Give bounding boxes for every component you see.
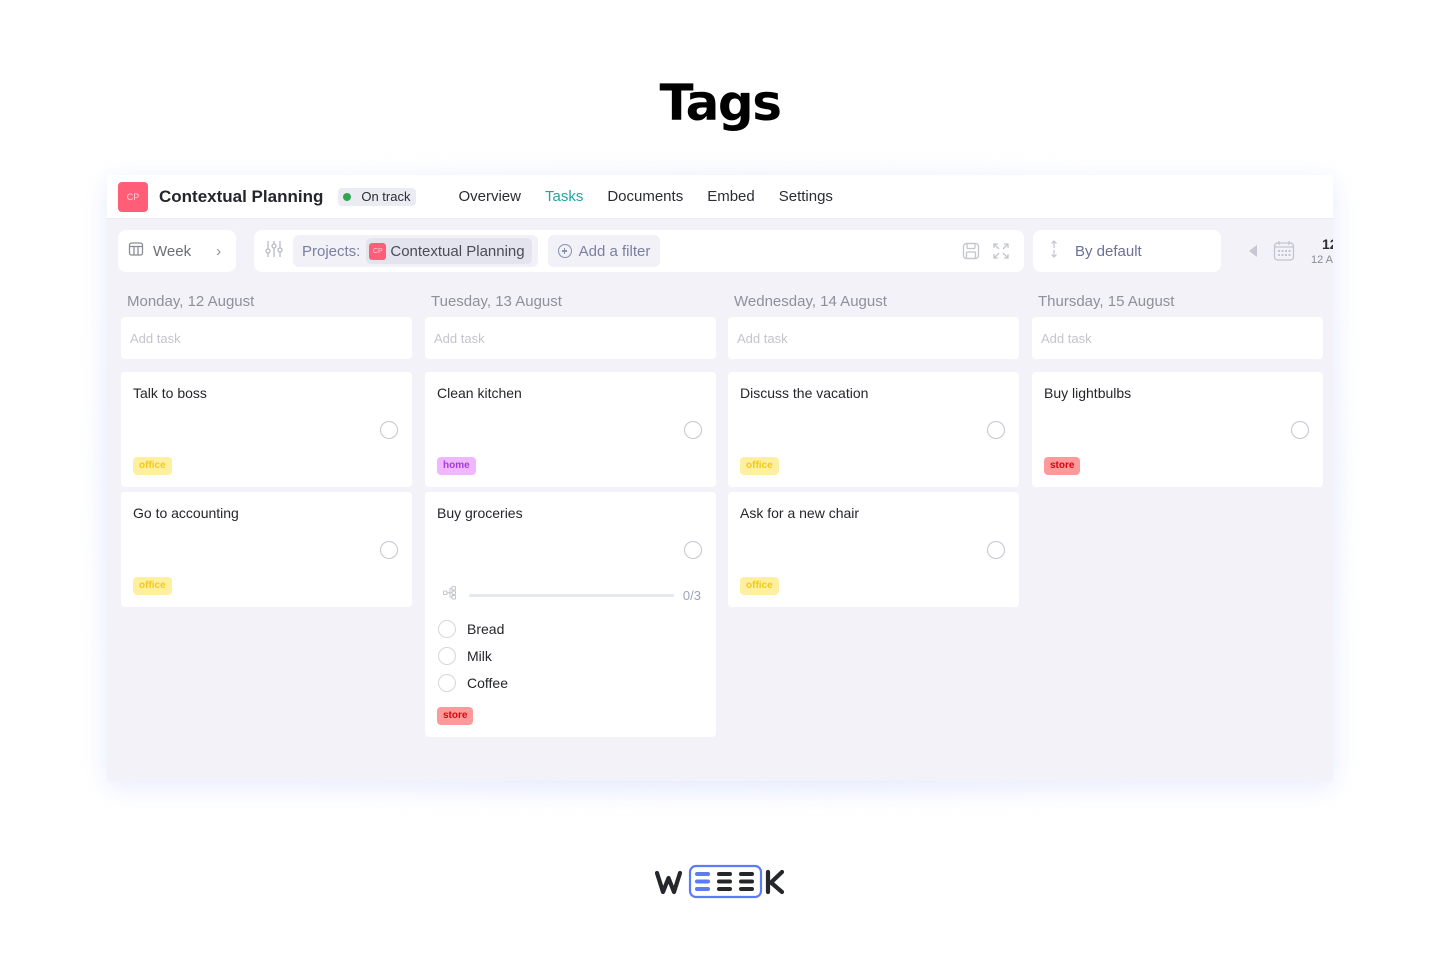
task-complete-checkbox[interactable] bbox=[684, 541, 702, 559]
project-mini-avatar: CP bbox=[369, 242, 387, 260]
previous-arrow-icon[interactable] bbox=[1249, 245, 1257, 257]
toolbar: Week › Projects: CP Contextual Planning … bbox=[107, 230, 1333, 272]
projects-filter-value[interactable]: CP Contextual Planning bbox=[366, 238, 532, 264]
task-card[interactable]: Ask for a new chair office bbox=[728, 492, 1019, 607]
subtask-progress: 0/3 bbox=[437, 585, 704, 605]
tab-embed[interactable]: Embed bbox=[707, 188, 755, 205]
task-complete-checkbox[interactable] bbox=[684, 421, 702, 439]
task-card[interactable]: Talk to boss office bbox=[121, 372, 412, 487]
task-title: Buy groceries bbox=[437, 505, 523, 521]
add-task-input[interactable]: Add task bbox=[728, 317, 1019, 359]
task-card[interactable]: Buy groceries 0/3 Bread Milk Coffee stor… bbox=[425, 492, 716, 737]
task-title: Buy lightbulbs bbox=[1044, 385, 1132, 401]
task-card[interactable]: Go to accounting office bbox=[121, 492, 412, 607]
page-title: Tags bbox=[659, 74, 782, 132]
expand-icon[interactable] bbox=[992, 242, 1010, 265]
subtasks-tree-icon bbox=[443, 585, 457, 605]
subtask-label: Milk bbox=[467, 647, 492, 664]
task-title: Talk to boss bbox=[133, 385, 207, 401]
day-column-thursday: Thursday, 15 August Add task Buy lightbu… bbox=[1032, 283, 1323, 492]
tag-office[interactable]: office bbox=[133, 457, 172, 475]
task-complete-checkbox[interactable] bbox=[987, 541, 1005, 559]
status-dot-icon bbox=[343, 192, 352, 201]
tag-store[interactable]: store bbox=[437, 707, 474, 725]
calendar-view-icon bbox=[128, 241, 144, 262]
tag-office[interactable]: office bbox=[133, 577, 172, 595]
weeek-logo bbox=[654, 864, 787, 900]
task-title: Clean kitchen bbox=[437, 385, 522, 401]
sort-selector[interactable]: By default bbox=[1033, 230, 1221, 272]
tag-store[interactable]: store bbox=[1044, 457, 1081, 475]
view-selector[interactable]: Week › bbox=[118, 230, 236, 272]
subtask-item[interactable]: Bread bbox=[437, 615, 704, 642]
subtask-item[interactable]: Milk bbox=[437, 642, 704, 669]
add-task-input[interactable]: Add task bbox=[121, 317, 412, 359]
calendar-icon[interactable] bbox=[1273, 240, 1295, 267]
projects-filter-chip[interactable]: Projects: CP Contextual Planning bbox=[293, 235, 538, 267]
subtask-item[interactable]: Coffee bbox=[437, 669, 704, 696]
task-card[interactable]: Buy lightbulbs store bbox=[1032, 372, 1323, 487]
projects-filter-name: Contextual Planning bbox=[390, 242, 525, 260]
day-column-wednesday: Wednesday, 14 August Add task Discuss th… bbox=[728, 283, 1019, 612]
plus-circle-icon bbox=[557, 244, 572, 258]
subtask-checkbox[interactable] bbox=[438, 646, 456, 665]
day-column-tuesday: Tuesday, 13 August Add task Clean kitche… bbox=[425, 283, 716, 742]
day-column-title: Tuesday, 13 August bbox=[431, 293, 562, 310]
day-column-title: Wednesday, 14 August bbox=[734, 293, 887, 310]
tag-home[interactable]: home bbox=[437, 457, 476, 475]
chevron-right-icon[interactable]: › bbox=[216, 243, 221, 260]
subtask-checkbox[interactable] bbox=[438, 619, 456, 638]
subtask-checkbox[interactable] bbox=[438, 673, 456, 692]
save-icon[interactable] bbox=[962, 242, 980, 265]
task-title: Discuss the vacation bbox=[740, 385, 869, 401]
day-column-title: Monday, 12 August bbox=[127, 293, 255, 310]
project-name[interactable]: Contextual Planning bbox=[159, 187, 323, 207]
current-date-label: 12 Aug bbox=[1311, 254, 1333, 266]
app-window: CP Contextual Planning On track Overview… bbox=[107, 175, 1333, 781]
subtask-progress-count: 0/3 bbox=[682, 587, 701, 603]
day-column-title: Thursday, 15 August bbox=[1038, 293, 1175, 310]
sort-label: By default bbox=[1075, 242, 1142, 260]
add-filter-button[interactable]: Add a filter bbox=[547, 235, 661, 267]
add-filter-label: Add a filter bbox=[578, 242, 651, 260]
task-title: Go to accounting bbox=[133, 505, 239, 521]
subtask-label: Coffee bbox=[467, 674, 508, 691]
add-task-input[interactable]: Add task bbox=[425, 317, 716, 359]
tab-overview[interactable]: Overview bbox=[458, 188, 521, 205]
project-nav: Overview Tasks Documents Embed Settings bbox=[458, 188, 856, 205]
task-complete-checkbox[interactable] bbox=[380, 421, 398, 439]
sort-arrows-icon bbox=[1049, 239, 1059, 263]
status-label: On track bbox=[361, 189, 411, 204]
task-complete-checkbox[interactable] bbox=[1291, 421, 1309, 439]
task-complete-checkbox[interactable] bbox=[380, 541, 398, 559]
status-badge[interactable]: On track bbox=[338, 187, 417, 206]
projects-filter-label: Projects: bbox=[302, 242, 361, 260]
current-date-day: 12 bbox=[1322, 236, 1333, 252]
project-avatar[interactable]: CP bbox=[118, 181, 148, 212]
add-task-input[interactable]: Add task bbox=[1032, 317, 1323, 359]
subtask-list: Bread Milk Coffee bbox=[437, 615, 704, 696]
subtask-label: Bread bbox=[467, 620, 505, 637]
tab-documents[interactable]: Documents bbox=[607, 188, 683, 205]
filter-sliders-icon[interactable] bbox=[264, 239, 284, 264]
subtask-progress-bar bbox=[469, 593, 674, 597]
task-title: Ask for a new chair bbox=[740, 505, 860, 521]
filter-bar: Projects: CP Contextual Planning Add a f… bbox=[254, 230, 1024, 272]
tab-settings[interactable]: Settings bbox=[779, 188, 833, 205]
project-header: CP Contextual Planning On track Overview… bbox=[107, 175, 1333, 219]
tag-office[interactable]: office bbox=[740, 457, 779, 475]
task-complete-checkbox[interactable] bbox=[987, 421, 1005, 439]
day-column-monday: Monday, 12 August Add task Talk to boss … bbox=[121, 283, 412, 612]
view-label: Week bbox=[153, 242, 192, 260]
task-card[interactable]: Discuss the vacation office bbox=[728, 372, 1019, 487]
tag-office[interactable]: office bbox=[740, 577, 779, 595]
tab-tasks[interactable]: Tasks bbox=[545, 188, 583, 205]
task-card[interactable]: Clean kitchen home bbox=[425, 372, 716, 487]
